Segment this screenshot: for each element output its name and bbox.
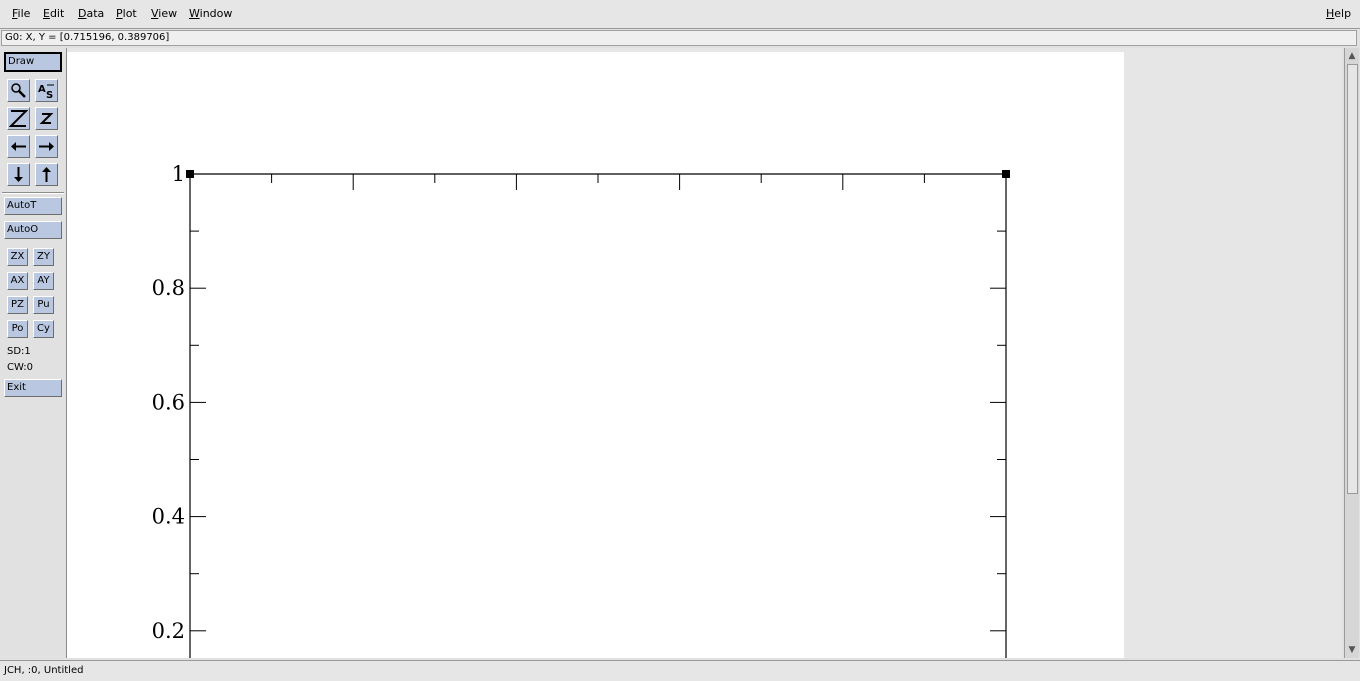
- menu-bar: File Edit Data Plot View Window Help: [0, 0, 1360, 29]
- menu-help[interactable]: Help: [1326, 7, 1351, 20]
- exit-button[interactable]: Exit: [4, 379, 62, 397]
- menu-plot-label: lot: [122, 7, 137, 20]
- toolbar: Draw AS AutoT AutoO ZX ZY AX AY PZ Pu Po…: [0, 48, 67, 658]
- menu-help-label: elp: [1334, 7, 1352, 20]
- zoom-icon: [11, 83, 26, 98]
- ay-button[interactable]: AY: [33, 272, 54, 290]
- menu-view[interactable]: View: [151, 7, 177, 20]
- vertical-scrollbar[interactable]: ▲ ▼: [1344, 48, 1359, 658]
- set-depth-label: SD:1: [7, 346, 31, 357]
- zoom-out-icon: [9, 110, 28, 127]
- scroll-left-button[interactable]: [7, 135, 30, 158]
- zx-button[interactable]: ZX: [7, 248, 28, 266]
- drawing-canvas[interactable]: 1 0.8 0.6 0.4 0.2: [67, 52, 1124, 658]
- ax-button[interactable]: AX: [7, 272, 28, 290]
- top-axis-ticks: [271, 174, 925, 190]
- menu-file[interactable]: File: [12, 7, 30, 20]
- locator-display: G0: X, Y = [0.715196, 0.389706]: [1, 30, 1357, 46]
- menu-window-mnemonic: W: [189, 7, 200, 20]
- scroll-up-button[interactable]: [35, 163, 58, 186]
- scroll-right-icon: [39, 142, 54, 151]
- cy-button[interactable]: Cy: [33, 320, 54, 338]
- y-tick-label: 1: [172, 162, 185, 186]
- scroll-up-icon: [42, 167, 51, 182]
- scroll-right-button[interactable]: [35, 135, 58, 158]
- graph-corner-handle-left[interactable]: [186, 170, 194, 178]
- scroll-down-arrow-icon[interactable]: ▼: [1345, 643, 1359, 657]
- scroll-left-icon: [11, 142, 26, 151]
- pz-button[interactable]: PZ: [7, 296, 28, 314]
- scroll-up-arrow-icon[interactable]: ▲: [1345, 49, 1359, 63]
- graph-corner-handle-right[interactable]: [1002, 170, 1010, 178]
- menu-window-label: indow: [199, 7, 233, 20]
- menu-edit-label: dit: [49, 7, 65, 20]
- menu-plot-mnemonic: P: [116, 7, 123, 20]
- y-axis-ticks: [190, 230, 1006, 632]
- scroll-down-button[interactable]: [7, 163, 30, 186]
- zoom-button[interactable]: [7, 79, 30, 102]
- toolbar-separator: [2, 192, 64, 194]
- zoom-in-icon: [39, 113, 54, 124]
- draw-button[interactable]: Draw: [4, 52, 62, 72]
- zy-button[interactable]: ZY: [33, 248, 54, 266]
- autoticks-button[interactable]: AutoT: [4, 197, 62, 215]
- autoorigin-button[interactable]: AutoO: [4, 221, 62, 239]
- graph-frame: [189, 173, 1007, 658]
- menu-view-label: iew: [158, 7, 178, 20]
- autoscale-icon: AS: [38, 84, 54, 99]
- y-axis-labels: 1 0.8 0.6 0.4 0.2: [152, 162, 185, 643]
- po-button[interactable]: Po: [7, 320, 28, 338]
- y-tick-label: 0.8: [152, 276, 185, 300]
- y-tick-label: 0.6: [152, 390, 185, 414]
- scrollbar-thumb[interactable]: [1347, 64, 1358, 494]
- menu-data[interactable]: Data: [78, 7, 104, 20]
- menu-file-label: ile: [17, 7, 31, 20]
- status-bar: JCH, :0, Untitled: [0, 660, 1360, 681]
- current-world-label: CW:0: [7, 362, 34, 373]
- zoom-in-button[interactable]: [35, 107, 58, 130]
- menu-window[interactable]: Window: [189, 7, 232, 20]
- canvas-area: 1 0.8 0.6 0.4 0.2: [67, 48, 1342, 658]
- y-tick-label: 0.4: [152, 505, 185, 529]
- pu-button[interactable]: Pu: [33, 296, 54, 314]
- graph-plot[interactable]: 1 0.8 0.6 0.4 0.2: [67, 52, 1124, 658]
- zoom-out-button[interactable]: [7, 107, 30, 130]
- svg-text:A: A: [38, 84, 46, 95]
- menu-edit-mnemonic: E: [43, 7, 50, 20]
- menu-edit[interactable]: Edit: [43, 7, 64, 20]
- y-tick-label: 0.2: [152, 619, 185, 643]
- menu-data-label: ata: [86, 7, 105, 20]
- menu-plot[interactable]: Plot: [116, 7, 137, 20]
- autoscale-button[interactable]: AS: [35, 79, 58, 102]
- scroll-down-icon: [14, 167, 23, 182]
- svg-text:S: S: [46, 90, 53, 99]
